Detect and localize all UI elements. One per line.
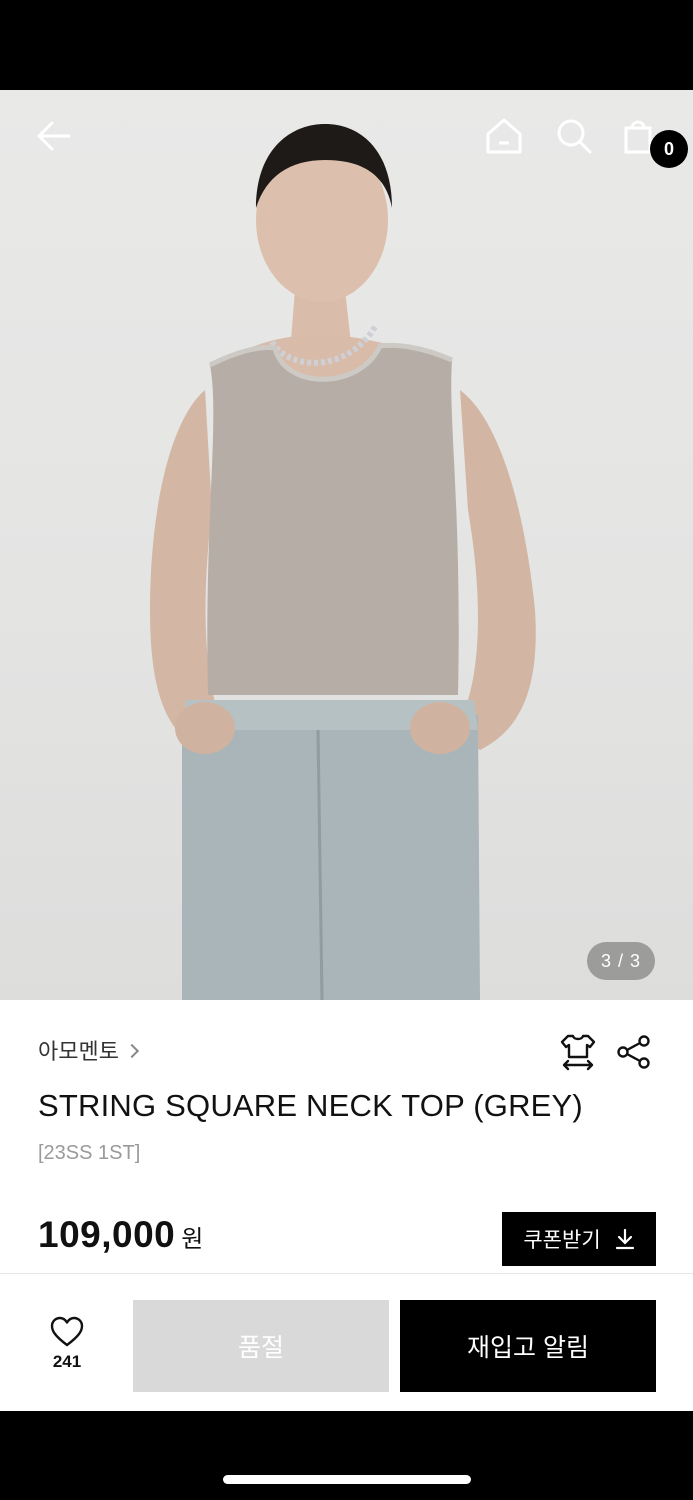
share-icon[interactable] bbox=[614, 1032, 654, 1072]
home-button[interactable] bbox=[480, 112, 528, 160]
restock-alert-button[interactable]: 재입고 알림 bbox=[400, 1300, 656, 1392]
product-title: STRING SQUARE NECK TOP (GREY) bbox=[38, 1088, 583, 1123]
product-photo bbox=[150, 124, 536, 1000]
price-currency: 원 bbox=[181, 1226, 204, 1253]
like-button[interactable]: 241 bbox=[38, 1316, 96, 1372]
bottom-action-bar: 241 품절 재입고 알림 bbox=[0, 1273, 693, 1411]
heart-icon bbox=[50, 1316, 84, 1347]
get-coupon-button[interactable]: 쿠폰받기 bbox=[502, 1212, 656, 1266]
back-arrow-icon bbox=[37, 121, 71, 151]
image-page-indicator: 3 / 3 bbox=[587, 942, 655, 980]
like-count: 241 bbox=[52, 1352, 82, 1371]
download-icon bbox=[615, 1228, 634, 1250]
home-icon bbox=[486, 118, 522, 154]
product-info-section: 아모멘토 STRING SQUARE NECK TOP (GREY) [23SS… bbox=[0, 1000, 693, 1273]
system-navigation-bar bbox=[0, 1411, 693, 1500]
sold-out-button: 품절 bbox=[133, 1300, 389, 1392]
home-indicator[interactable] bbox=[223, 1475, 471, 1484]
chevron-right-icon bbox=[124, 1043, 140, 1058]
cart-count-badge: 0 bbox=[650, 130, 688, 168]
price-value: 109,000 bbox=[38, 1214, 176, 1255]
product-image-carousel[interactable]: 0 3 / 3 bbox=[0, 90, 693, 1000]
product-season-tag: [23SS 1ST] bbox=[38, 1142, 141, 1164]
brand-link[interactable]: 아모멘토 bbox=[38, 1034, 140, 1066]
back-button[interactable] bbox=[30, 112, 78, 160]
search-button[interactable] bbox=[550, 112, 598, 160]
brand-name: 아모멘토 bbox=[38, 1039, 119, 1064]
search-icon bbox=[557, 119, 592, 154]
coupon-label: 쿠폰받기 bbox=[523, 1229, 601, 1252]
cart-button[interactable]: 0 bbox=[614, 112, 688, 168]
product-price: 109,000 원 bbox=[38, 1214, 203, 1256]
status-bar bbox=[0, 0, 693, 90]
size-guide-icon[interactable] bbox=[558, 1032, 598, 1072]
